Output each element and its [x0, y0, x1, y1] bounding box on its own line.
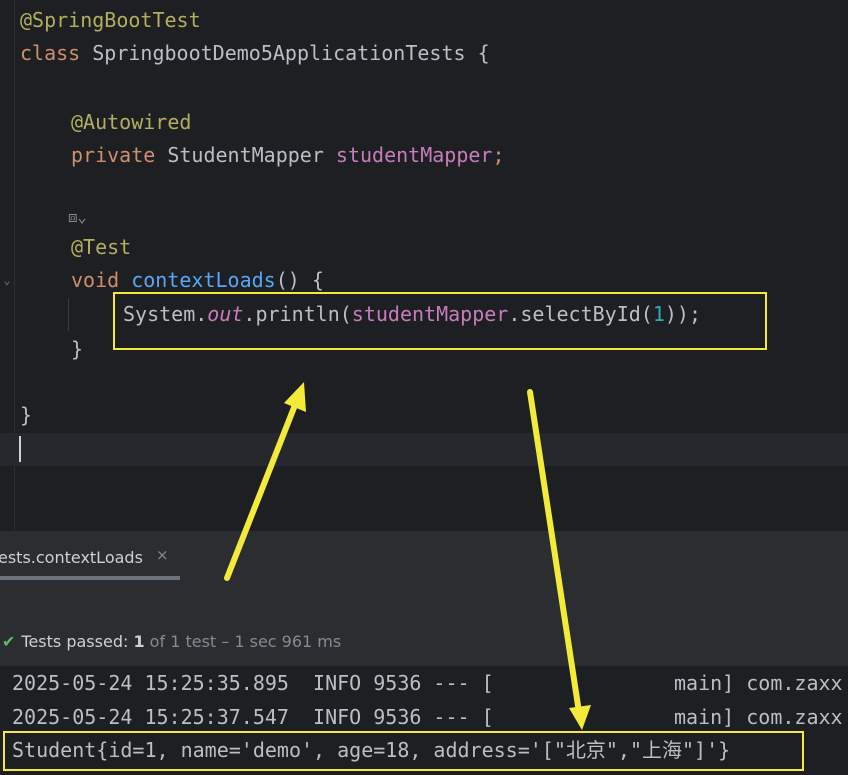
status-count: 1	[133, 632, 145, 651]
fold-chevron-icon[interactable]: ⌄	[0, 270, 14, 290]
code-line-method-close: }	[71, 337, 84, 361]
test-status: ✔ Tests passed: 1 of 1 test – 1 sec 961 m…	[2, 630, 341, 654]
code-line-println: System.out.println(studentMapper.selectB…	[123, 302, 702, 326]
run-tab-bar: ests.contextLoads ×	[0, 530, 848, 582]
code-editor[interactable]: @SpringBootTest class SpringbootDemo5App…	[0, 0, 848, 530]
console-output[interactable]: 2025-05-24 15:25:35.895 INFO 9536 --- [ …	[0, 666, 848, 775]
indent-guide	[68, 298, 69, 331]
close-icon[interactable]: ×	[156, 546, 169, 564]
current-line-highlight	[0, 433, 848, 466]
result-line: Student{id=1, name='demo', age=18, addre…	[12, 738, 731, 762]
log-line-logger: main] com.zaxx	[674, 671, 843, 695]
code-line-method-declaration: void contextLoads() {	[71, 268, 324, 292]
log-line: 2025-05-24 15:25:37.547 INFO 9536 --- [	[12, 705, 494, 729]
text-caret	[19, 436, 21, 462]
code-line-class-close: }	[20, 403, 33, 427]
log-line: 2025-05-24 15:25:35.895 INFO 9536 --- [	[12, 671, 494, 695]
code-line-autowired: @Autowired	[71, 110, 192, 134]
status-label: Tests passed:	[21, 632, 134, 651]
code-line-test-annotation: @Test	[71, 235, 132, 259]
check-icon: ✔	[2, 632, 16, 651]
code-line-class-declaration: class SpringbootDemo5ApplicationTests {	[20, 41, 490, 65]
code-line-field: private StudentMapper studentMapper;	[71, 143, 505, 167]
status-detail: of 1 test – 1 sec 961 ms	[144, 632, 342, 651]
log-line-logger: main] com.zaxx	[674, 705, 843, 729]
active-tab-indicator	[0, 576, 180, 580]
code-line-annotation: @SpringBootTest	[20, 8, 201, 32]
tab-label: ests.contextLoads	[0, 547, 143, 567]
run-test-icon[interactable]: ⧈⌄	[68, 205, 87, 229]
